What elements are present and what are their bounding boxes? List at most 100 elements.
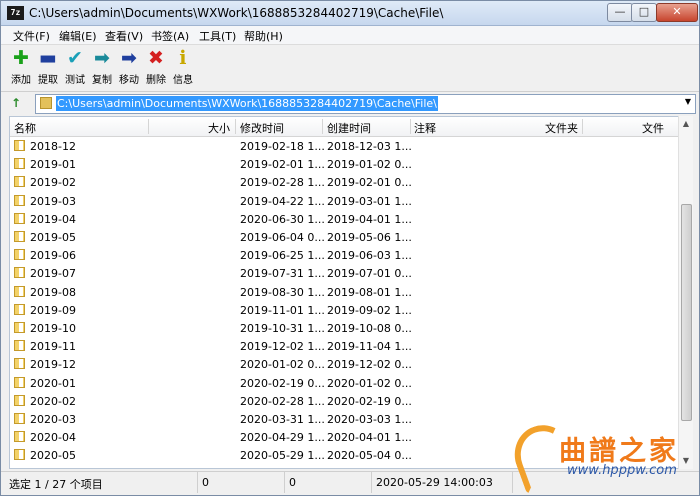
- up-folder-icon[interactable]: ↑: [11, 95, 27, 111]
- row-name: 2019-08: [30, 285, 76, 299]
- table-row[interactable]: 2019-08 2019-08-30 1... 2019-08-01 1...: [10, 283, 678, 301]
- row-modified: 2019-11-01 1...: [240, 303, 325, 317]
- chevron-down-icon[interactable]: ▼: [685, 97, 691, 106]
- menu-bar: 文件(F) 编辑(E) 查看(V) 书签(A) 工具(T) 帮助(H): [1, 26, 699, 45]
- row-created: 2019-01-02 0...: [327, 158, 412, 172]
- row-name: 2019-03: [30, 194, 76, 208]
- title-bar: 7z C:\Users\admin\Documents\WXWork\16888…: [1, 1, 699, 26]
- row-name: 2020-04: [30, 431, 76, 445]
- row-created: 2020-02-19 0...: [327, 394, 412, 408]
- minimize-button[interactable]: —: [607, 3, 633, 22]
- row-created: 2020-01-02 0...: [327, 376, 412, 390]
- checkmark-icon: ✔: [67, 47, 83, 69]
- table-row[interactable]: 2019-06 2019-06-25 1... 2019-06-03 1...: [10, 246, 678, 264]
- folder-icon: [14, 194, 25, 206]
- close-button[interactable]: ✕: [656, 3, 698, 22]
- status-cell-size1: 0: [198, 472, 285, 493]
- table-row[interactable]: 2018-12 2019-02-18 1... 2018-12-03 1...: [10, 137, 678, 155]
- row-modified: 2019-06-25 1...: [240, 249, 325, 263]
- table-row[interactable]: 2019-11 2019-12-02 1... 2019-11-04 1...: [10, 337, 678, 355]
- folder-icon: [14, 249, 25, 261]
- row-name: 2019-02: [30, 176, 76, 190]
- scroll-up-icon[interactable]: ▲: [679, 116, 693, 132]
- header-size[interactable]: 大小: [208, 120, 230, 136]
- delete-x-icon: ✖: [148, 47, 164, 69]
- row-modified: 2020-04-29 1...: [240, 431, 325, 445]
- header-name[interactable]: 名称: [14, 120, 36, 136]
- row-name: 2020-01: [30, 376, 76, 390]
- info-label: 信息: [173, 75, 193, 86]
- row-created: 2019-05-06 1...: [327, 231, 412, 244]
- status-size1: 0: [202, 476, 209, 489]
- status-selection: 选定 1 / 27 个项目: [9, 478, 103, 491]
- row-name: 2019-11: [30, 340, 76, 354]
- table-row[interactable]: 2019-09 2019-11-01 1... 2019-09-02 1...: [10, 301, 678, 319]
- header-separator: [322, 119, 323, 134]
- header-files[interactable]: 文件: [642, 120, 664, 136]
- row-created: 2020-05-04 0...: [327, 449, 412, 463]
- table-row[interactable]: 2019-03 2019-04-22 1... 2019-03-01 1...: [10, 192, 678, 210]
- row-name: 2018-12: [30, 140, 76, 153]
- status-cell-size2: 0: [285, 472, 372, 493]
- header-separator: [148, 119, 149, 134]
- row-created: 2019-12-02 0...: [327, 358, 412, 372]
- table-row[interactable]: 2019-07 2019-07-31 1... 2019-07-01 0...: [10, 264, 678, 282]
- table-row[interactable]: 2020-02 2020-02-28 1... 2020-02-19 0...: [10, 392, 678, 410]
- maximize-button[interactable]: □: [631, 3, 657, 22]
- folder-icon: [14, 322, 25, 333]
- row-modified: 2020-01-02 0...: [240, 358, 325, 372]
- row-created: 2019-04-01 1...: [327, 212, 412, 226]
- folder-icon: [14, 303, 25, 315]
- row-name: 2019-10: [30, 322, 76, 335]
- watermark-url: www.hpppw.com: [567, 463, 677, 478]
- folder-icon: [14, 158, 25, 170]
- menu-tools[interactable]: 工具(T): [199, 28, 236, 44]
- table-row[interactable]: 2020-01 2020-02-19 0... 2020-01-02 0...: [10, 374, 678, 392]
- path-input[interactable]: C:\Users\admin\Documents\WXWork\16888532…: [35, 94, 696, 114]
- table-row[interactable]: 2019-12 2020-01-02 0... 2019-12-02 0...: [10, 355, 678, 373]
- row-modified: 2019-06-04 0...: [240, 231, 325, 244]
- menu-view[interactable]: 查看(V): [105, 28, 143, 44]
- vertical-scrollbar[interactable]: ▲ ▼: [678, 116, 693, 469]
- row-created: 2019-09-02 1...: [327, 303, 412, 317]
- header-created[interactable]: 创建时间: [327, 120, 371, 136]
- menu-bookmarks[interactable]: 书签(A): [151, 28, 189, 44]
- table-row[interactable]: 2019-04 2020-06-30 1... 2019-04-01 1...: [10, 210, 678, 228]
- table-row[interactable]: 2019-10 2019-10-31 1... 2019-10-08 0...: [10, 319, 678, 337]
- row-created: 2019-06-03 1...: [327, 249, 412, 263]
- folder-icon: [14, 140, 25, 151]
- row-created: 2018-12-03 1...: [327, 140, 412, 153]
- folder-icon: [40, 97, 52, 109]
- row-modified: 2019-02-01 1...: [240, 158, 325, 172]
- row-modified: 2020-02-28 1...: [240, 394, 325, 408]
- header-modified[interactable]: 修改时间: [240, 120, 284, 136]
- table-row[interactable]: 2019-05 2019-06-04 0... 2019-05-06 1...: [10, 228, 678, 246]
- folder-icon: [14, 285, 25, 297]
- table-row[interactable]: 2019-02 2019-02-28 1... 2019-02-01 0...: [10, 173, 678, 191]
- folder-icon: [14, 176, 25, 188]
- path-text[interactable]: C:\Users\admin\Documents\WXWork\16888532…: [56, 96, 438, 111]
- status-size2: 0: [289, 476, 296, 489]
- header-separator: [582, 119, 583, 134]
- row-name: 2020-05: [30, 449, 76, 463]
- row-modified: 2019-02-18 1...: [240, 140, 325, 153]
- row-modified: 2020-05-29 1...: [240, 449, 325, 463]
- table-row[interactable]: 2019-01 2019-02-01 1... 2019-01-02 0...: [10, 155, 678, 173]
- row-modified: 2019-02-28 1...: [240, 176, 325, 190]
- scroll-thumb[interactable]: [681, 204, 692, 421]
- header-folders[interactable]: 文件夹: [545, 120, 578, 136]
- info-button[interactable]: ℹ 信息: [170, 47, 196, 86]
- menu-file[interactable]: 文件(F): [13, 28, 50, 44]
- row-created: 2020-03-03 1...: [327, 413, 412, 426]
- row-name: 2019-07: [30, 267, 76, 281]
- header-comment[interactable]: 注释: [414, 120, 436, 136]
- menu-help[interactable]: 帮助(H): [244, 28, 283, 44]
- row-name: 2019-04: [30, 212, 76, 226]
- file-list[interactable]: 名称 大小 修改时间 创建时间 注释 文件夹 文件 2018-12 2019-02…: [9, 116, 679, 469]
- row-created: 2019-03-01 1...: [327, 194, 412, 208]
- row-name: 2019-06: [30, 249, 76, 263]
- menu-edit[interactable]: 编辑(E): [59, 28, 97, 44]
- row-created: 2019-07-01 0...: [327, 267, 412, 281]
- header-separator: [410, 119, 411, 134]
- row-modified: 2020-02-19 0...: [240, 376, 325, 390]
